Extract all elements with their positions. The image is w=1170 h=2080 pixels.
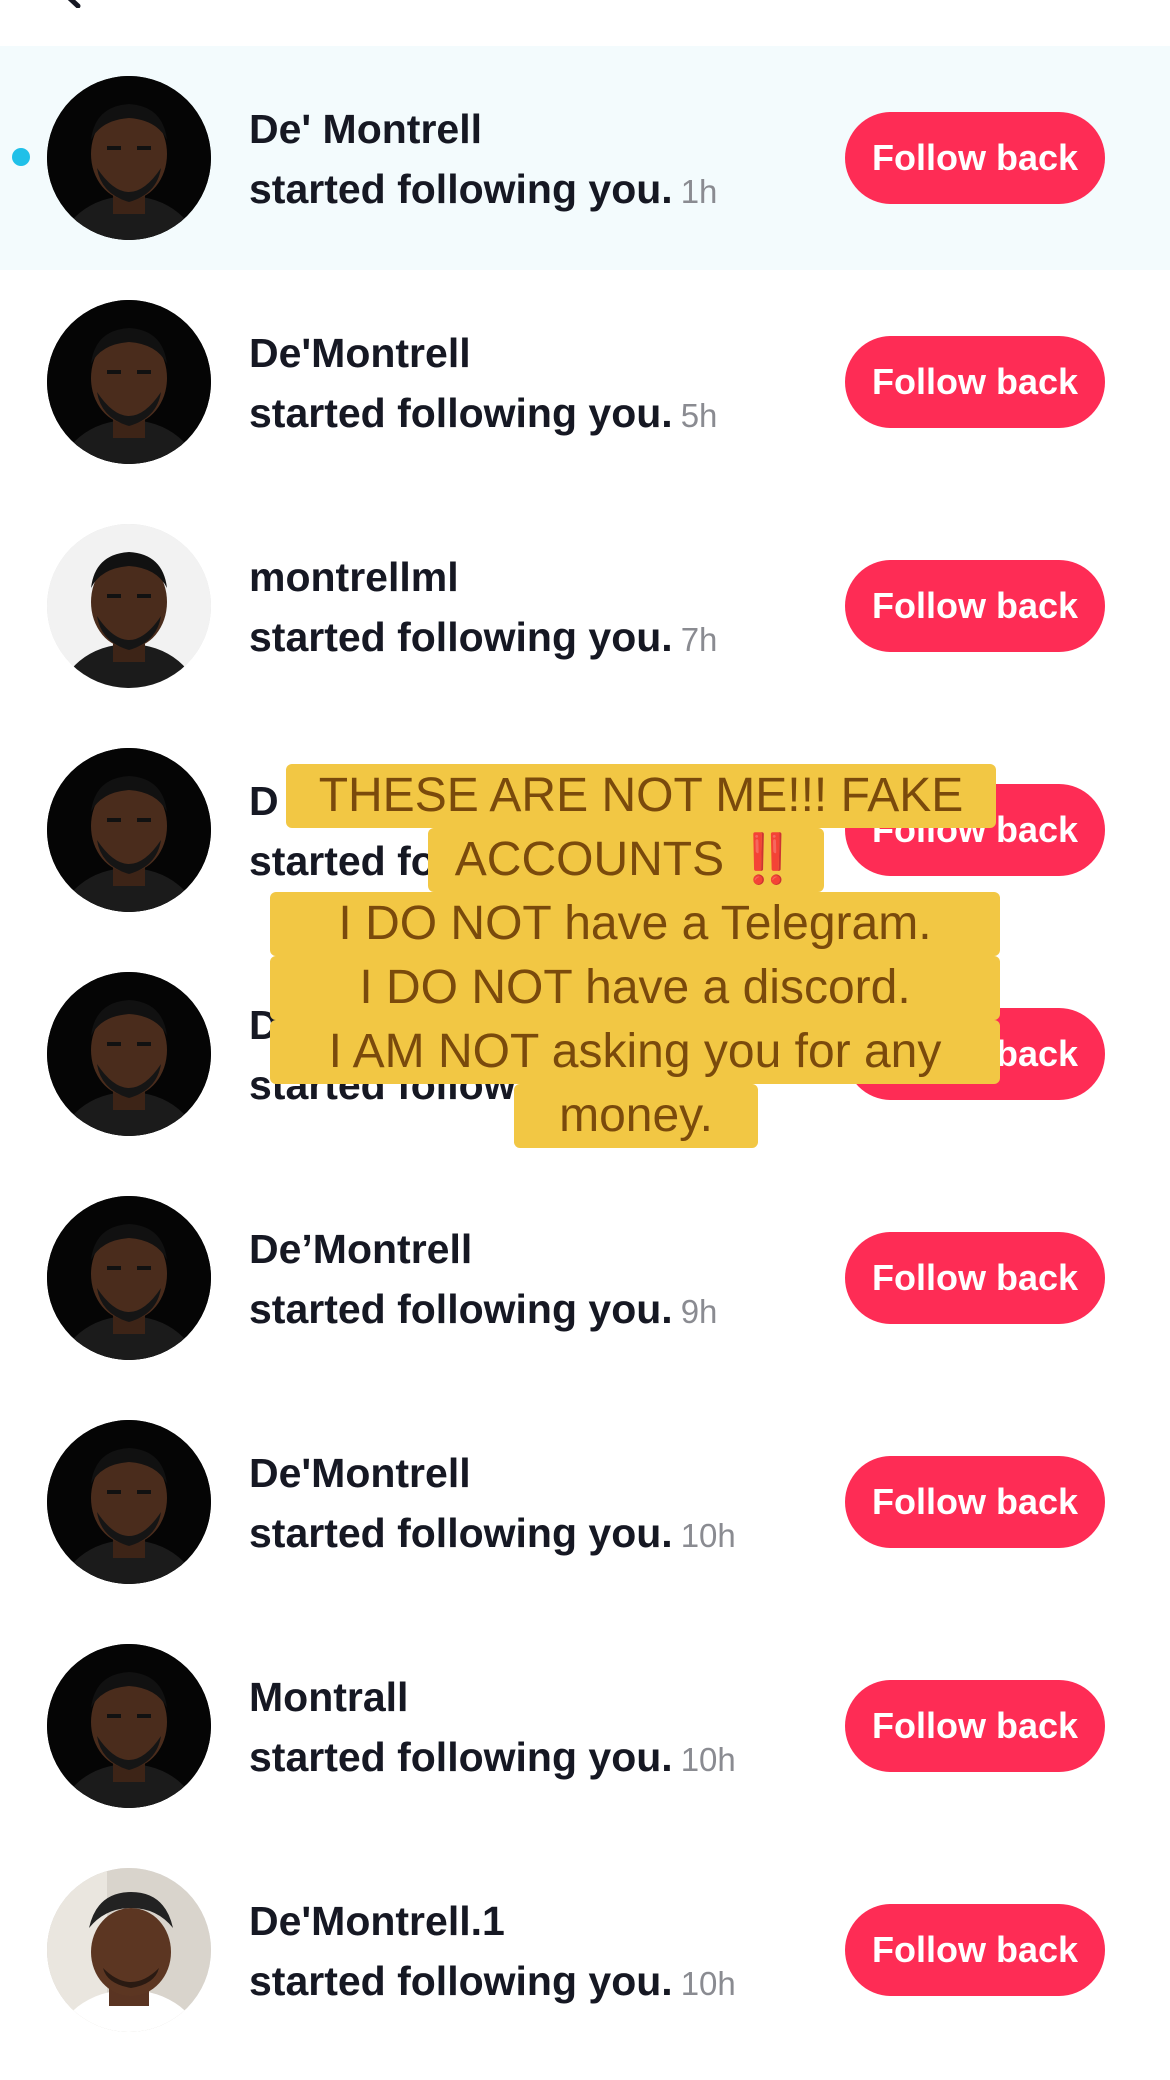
- unread-dot-icon: [12, 148, 30, 166]
- timestamp: 5h: [680, 397, 718, 434]
- action-text: started following you. 9h: [249, 1286, 718, 1332]
- avatar[interactable]: [47, 748, 211, 912]
- username[interactable]: De'Montrell.1: [249, 1898, 505, 1945]
- avatar[interactable]: [47, 1868, 211, 2032]
- follow-back-button[interactable]: Follow back: [845, 336, 1105, 428]
- avatar[interactable]: [47, 524, 211, 688]
- username[interactable]: De' Montrell: [249, 106, 482, 153]
- timestamp: 10h: [680, 1965, 736, 2002]
- timestamp: 10h: [680, 1517, 736, 1554]
- username[interactable]: Montrall: [249, 1674, 408, 1721]
- action-text: started following you. 10h: [249, 1734, 736, 1780]
- list-item[interactable]: De' Montrell started following you. 1h Fo…: [0, 46, 1170, 270]
- username[interactable]: De'Montrell: [249, 1450, 471, 1497]
- username[interactable]: De'Montrell: [249, 330, 471, 377]
- avatar[interactable]: [47, 1196, 211, 1360]
- follow-back-button[interactable]: Follow back: [845, 1008, 1105, 1100]
- follow-back-button[interactable]: Follow back: [845, 1904, 1105, 1996]
- avatar[interactable]: [47, 1420, 211, 1584]
- list-item[interactable]: Montrall started following you. 10h Follo…: [0, 1614, 1170, 1838]
- username[interactable]: D: [249, 1002, 279, 1049]
- follow-back-button[interactable]: Follow back: [845, 784, 1105, 876]
- list-item[interactable]: D started fo Follow back: [0, 718, 1170, 942]
- timestamp: 1h: [680, 173, 718, 210]
- follow-back-button[interactable]: Follow back: [845, 560, 1105, 652]
- username[interactable]: montrellml: [249, 554, 459, 601]
- action-text: started fo: [249, 838, 436, 884]
- action-text: started follow: [249, 1062, 516, 1108]
- timestamp: 7h: [680, 621, 718, 658]
- list-item[interactable]: De’Montrell started following you. 9h Fol…: [0, 1166, 1170, 1390]
- list-item[interactable]: De'Montrell started following you. 5h Fol…: [0, 270, 1170, 494]
- follow-back-button[interactable]: Follow back: [845, 1680, 1105, 1772]
- username[interactable]: De’Montrell: [249, 1226, 472, 1273]
- action-text: started following you. 7h: [249, 614, 718, 660]
- back-chevron-icon[interactable]: [56, 0, 86, 8]
- list-item[interactable]: D started follow Follow back: [0, 942, 1170, 1166]
- list-item[interactable]: De'Montrell started following you. 10h Fo…: [0, 1390, 1170, 1614]
- list-item[interactable]: montrellml started following you. 7h Foll…: [0, 494, 1170, 718]
- notification-list: De' Montrell started following you. 1h Fo…: [0, 46, 1170, 2062]
- list-item[interactable]: De'Montrell.1 started following you. 10h …: [0, 1838, 1170, 2062]
- avatar[interactable]: [47, 1644, 211, 1808]
- avatar[interactable]: [47, 76, 211, 240]
- follow-back-button[interactable]: Follow back: [845, 1456, 1105, 1548]
- username[interactable]: D: [249, 778, 279, 825]
- avatar[interactable]: [47, 300, 211, 464]
- follow-back-button[interactable]: Follow back: [845, 112, 1105, 204]
- action-text: started following you. 10h: [249, 1958, 736, 2004]
- timestamp: 10h: [680, 1741, 736, 1778]
- top-bar: [0, 0, 1170, 46]
- timestamp: 9h: [680, 1293, 718, 1330]
- action-text: started following you. 5h: [249, 390, 718, 436]
- follow-back-button[interactable]: Follow back: [845, 1232, 1105, 1324]
- action-text: started following you. 1h: [249, 166, 718, 212]
- action-text: started following you. 10h: [249, 1510, 736, 1556]
- avatar[interactable]: [47, 972, 211, 1136]
